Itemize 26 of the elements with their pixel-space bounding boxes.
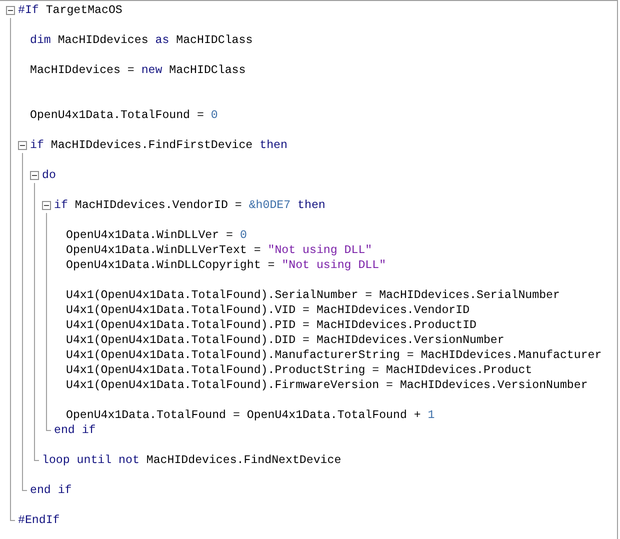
code-line: #If TargetMacOS (18, 3, 122, 18)
collapse-icon[interactable] (18, 141, 27, 150)
code-line: U4x1(OpenU4x1Data.TotalFound).PID = MacHIDdevices.ProductID (66, 318, 476, 333)
code-line: U4x1(OpenU4x1Data.TotalFound).ProductString = MacHIDdevices.Product (66, 363, 532, 378)
code-line: OpenU4x1Data.WinDLLCopyright = "Not using DLL" (66, 258, 386, 273)
code-line: U4x1(OpenU4x1Data.TotalFound).DID = MacHIDdevices.VersionNumber (66, 333, 504, 348)
code-line: U4x1(OpenU4x1Data.TotalFound).VID = MacHIDdevices.VendorID (66, 303, 470, 318)
code-line: MacHIDdevices = new MacHIDClass (30, 63, 246, 78)
collapse-icon[interactable] (30, 171, 39, 180)
code-line: do (42, 168, 56, 183)
code-line: end if (54, 423, 96, 438)
code-line: #EndIf (18, 513, 60, 528)
code-line: OpenU4x1Data.WinDLLVer = 0 (66, 228, 247, 243)
collapse-icon[interactable] (6, 6, 15, 15)
code-line: OpenU4x1Data.TotalFound = OpenU4x1Data.TotalFound + 1 (66, 408, 435, 423)
code-line: OpenU4x1Data.TotalFound = 0 (30, 108, 218, 123)
code-line: if MacHIDdevices.FindFirstDevice then (30, 138, 288, 153)
code-line: end if (30, 483, 72, 498)
code-line: if MacHIDdevices.VendorID = &h0DE7 then (54, 198, 326, 213)
code-line: loop until not MacHIDdevices.FindNextDevice (42, 453, 342, 468)
collapse-icon[interactable] (42, 201, 51, 210)
code-line: U4x1(OpenU4x1Data.TotalFound).FirmwareVersion = MacHIDdevices.VersionNumber (66, 378, 588, 393)
code-line: U4x1(OpenU4x1Data.TotalFound).SerialNumber = MacHIDdevices.SerialNumber (66, 288, 560, 303)
code-line: U4x1(OpenU4x1Data.TotalFound).ManufacturerString = MacHIDdevices.Manufacturer (66, 348, 602, 363)
code-line: dim MacHIDdevices as MacHIDClass (30, 33, 253, 48)
code-line: OpenU4x1Data.WinDLLVerText = "Not using DLL" (66, 243, 372, 258)
